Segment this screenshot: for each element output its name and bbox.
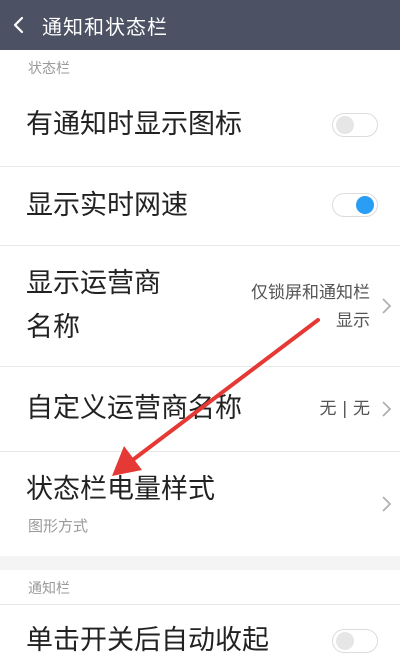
- toggle-switch-off[interactable]: [332, 113, 378, 137]
- row-value-line1: 仅锁屏和通知栏: [251, 283, 370, 303]
- chevron-left-icon: [13, 16, 24, 34]
- setting-row-battery-style[interactable]: 状态栏电量样式 图形方式: [0, 452, 400, 556]
- row-title: 状态栏电量样式: [26, 474, 215, 505]
- row-title: 有通知时显示图标: [26, 109, 242, 140]
- setting-row-show-notification-icon[interactable]: 有通知时显示图标: [0, 84, 400, 166]
- setting-row-auto-collapse[interactable]: 单击开关后自动收起: [0, 605, 400, 666]
- row-subtitle: 图形方式: [28, 517, 89, 535]
- section-label-status-bar: 状态栏: [28, 61, 70, 77]
- section-label-notification-bar: 通知栏: [28, 581, 70, 597]
- title-bar: 通知和状态栏: [0, 0, 400, 50]
- setting-row-custom-carrier-name[interactable]: 自定义运营商名称 无 | 无: [0, 367, 400, 451]
- page-title: 通知和状态栏: [42, 14, 168, 39]
- row-title: 单击开关后自动收起: [26, 625, 269, 656]
- chevron-right-icon: [382, 298, 392, 314]
- row-value-line2: 显示: [336, 311, 370, 331]
- row-title: 自定义运营商名称: [26, 393, 242, 424]
- toggle-switch-on[interactable]: [332, 193, 378, 217]
- chevron-right-icon: [382, 401, 392, 417]
- toggle-knob: [356, 196, 374, 214]
- chevron-right-icon: [382, 496, 392, 512]
- row-title-line2: 名称: [26, 312, 80, 343]
- toggle-switch-off[interactable]: [332, 629, 378, 653]
- back-button[interactable]: [8, 14, 30, 36]
- setting-row-show-carrier-name[interactable]: 显示运营商 名称 仅锁屏和通知栏 显示: [0, 246, 400, 366]
- setting-row-show-network-speed[interactable]: 显示实时网速: [0, 167, 400, 245]
- section-separator: [0, 556, 400, 570]
- toggle-knob: [336, 116, 354, 134]
- row-value: 无 | 无: [319, 399, 370, 419]
- row-title: 显示实时网速: [26, 190, 188, 221]
- row-title-line1: 显示运营商: [26, 268, 161, 299]
- toggle-knob: [336, 632, 354, 650]
